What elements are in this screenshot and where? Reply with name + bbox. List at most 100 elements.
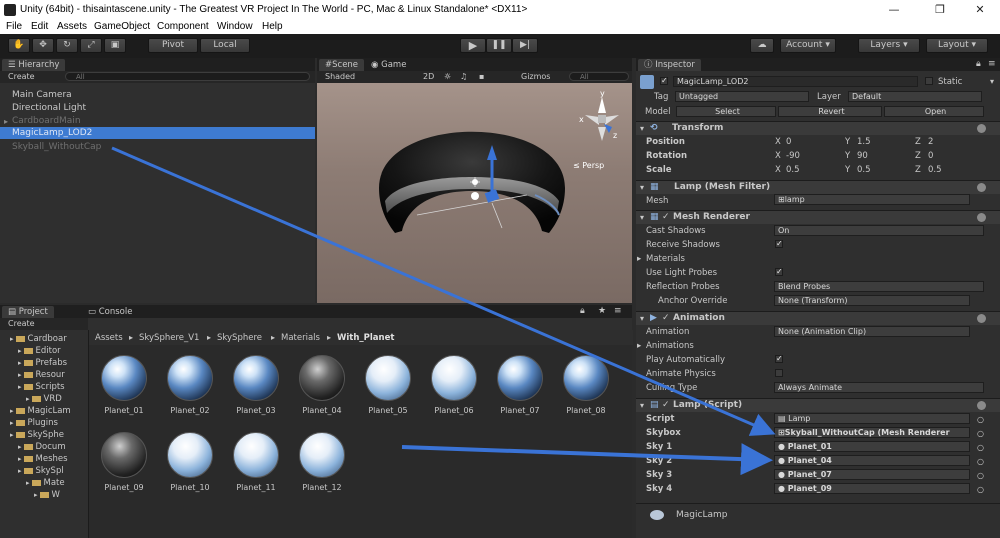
mesh-filter-header[interactable]: ▾ ▦ Lamp (Mesh Filter) [636, 180, 1000, 194]
object-picker-icon[interactable]: ○ [977, 485, 984, 494]
materials-foldout-icon[interactable]: ▸ [637, 254, 641, 264]
mesh-renderer-enabled-icon[interactable]: ✓ [662, 211, 670, 224]
use-light-probes-checkbox[interactable]: ✓ [775, 268, 783, 276]
object-picker-icon[interactable]: ○ [977, 443, 984, 452]
expand-arrow-icon[interactable]: ▸ [4, 117, 8, 126]
layer-dropdown[interactable]: Default [848, 91, 982, 102]
project-folder-item[interactable]: ▸ VRD [26, 394, 62, 404]
layout-dropdown[interactable]: Layout ▾ [926, 38, 988, 53]
project-folder-item[interactable]: ▸ Scripts [18, 382, 65, 392]
material-thumbnail[interactable] [431, 355, 477, 401]
layers-dropdown[interactable]: Layers ▾ [858, 38, 920, 53]
expand-arrow-icon[interactable]: ▸ [18, 443, 22, 451]
expand-arrow-icon[interactable]: ▸ [10, 431, 14, 439]
gear-icon[interactable] [977, 314, 986, 323]
tab-console[interactable]: ▭ Console [82, 306, 138, 318]
lamp-script-enabled-icon[interactable]: ✓ [662, 399, 670, 412]
pause-button-icon[interactable]: ❚❚ [486, 38, 512, 53]
tab-project[interactable]: ▤ Project [2, 306, 54, 318]
material-thumbnail[interactable] [167, 432, 213, 478]
light-toggle-icon[interactable]: ☼ [444, 71, 451, 83]
position-y-field[interactable]: 1.5 [857, 137, 871, 147]
menu-component[interactable]: Component [157, 21, 209, 32]
menu-help[interactable]: Help [262, 21, 283, 32]
sky3-field[interactable]: ● Planet_07 [774, 469, 970, 480]
tab-hierarchy[interactable]: ☰ Hierarchy [2, 59, 66, 71]
active-checkbox[interactable]: ✓ [660, 77, 668, 85]
tab-inspector[interactable]: ⓘ Inspector [638, 59, 701, 71]
material-thumbnail[interactable] [299, 432, 345, 478]
material-thumbnail[interactable] [563, 355, 609, 401]
hierarchy-search-input[interactable]: All [65, 72, 310, 81]
animation-header[interactable]: ▾ ▶ ✓ Animation [636, 311, 1000, 325]
expand-arrow-icon[interactable]: ▸ [18, 359, 22, 367]
scale-y-field[interactable]: 0.5 [857, 165, 871, 175]
project-create-button[interactable]: Create [8, 319, 35, 328]
orientation-gizmo[interactable]: y x z [579, 89, 625, 147]
animation-clip-field[interactable]: None (Animation Clip) [774, 326, 970, 337]
material-thumbnail[interactable] [233, 355, 279, 401]
expand-arrow-icon[interactable]: ▸ [10, 407, 14, 415]
restore-button[interactable]: ❐ [920, 0, 960, 20]
expand-arrow-icon[interactable]: ▸ [26, 395, 30, 403]
position-x-field[interactable]: 0 [786, 137, 791, 147]
scale-tool-icon[interactable]: ⤢ [80, 38, 102, 53]
menu-gameobject[interactable]: GameObject [94, 21, 150, 32]
rotate-tool-icon[interactable]: ↻ [56, 38, 78, 53]
next-component[interactable]: MagicLamp [636, 503, 1000, 538]
scene-search-input[interactable]: All [569, 72, 629, 81]
breadcrumb-with-planet[interactable]: With_Planet [337, 333, 394, 343]
menu-window[interactable]: Window [217, 21, 253, 32]
play-automatically-checkbox[interactable]: ✓ [775, 355, 783, 363]
menu-assets[interactable]: Assets [57, 21, 87, 32]
material-thumbnail[interactable] [299, 355, 345, 401]
inspector-lock-icon[interactable]: 🔒︎ [976, 59, 981, 69]
rect-tool-icon[interactable]: ▣ [104, 38, 126, 53]
expand-arrow-icon[interactable]: ▸ [34, 491, 38, 499]
material-thumbnail[interactable] [233, 432, 279, 478]
local-toggle[interactable]: Local [200, 38, 250, 53]
object-picker-icon[interactable]: ○ [977, 429, 984, 438]
culling-type-dropdown[interactable]: Always Animate [774, 382, 984, 393]
tab-game[interactable]: ◉ Game [365, 59, 412, 71]
close-button[interactable]: ✕ [960, 0, 1000, 20]
mesh-field[interactable]: ⊞lamp [774, 194, 970, 205]
star-icon[interactable]: ★ [598, 306, 606, 316]
position-z-field[interactable]: 2 [928, 137, 933, 147]
material-thumbnail[interactable] [365, 355, 411, 401]
cloud-icon[interactable]: ☁ [750, 38, 774, 53]
scene-viewport[interactable]: y x z ≤ Persp [317, 83, 632, 303]
inspector-menu-icon[interactable]: ≡ [988, 59, 996, 69]
gear-icon[interactable] [977, 124, 986, 133]
expand-arrow-icon[interactable]: ▸ [10, 335, 14, 343]
script-field[interactable]: ▤ Lamp [774, 413, 970, 424]
gear-icon[interactable] [977, 213, 986, 222]
static-dropdown-icon[interactable]: ▾ [990, 77, 994, 86]
skybox-field[interactable]: ⊞Skyball_WithoutCap (Mesh Renderer [774, 427, 970, 438]
expand-arrow-icon[interactable]: ▸ [18, 467, 22, 475]
lock-icon[interactable]: 🔒︎ [580, 306, 585, 316]
gear-icon[interactable] [977, 183, 986, 192]
anchor-override-field[interactable]: None (Transform) [774, 295, 970, 306]
cast-shadows-dropdown[interactable]: On [774, 225, 984, 236]
project-folder-item[interactable]: ▸ W [34, 490, 60, 500]
menu-edit[interactable]: Edit [31, 21, 48, 32]
rotation-y-field[interactable]: 90 [857, 151, 868, 161]
model-select-button[interactable]: Select [676, 106, 776, 117]
persp-label[interactable]: ≤ Persp [573, 161, 604, 170]
material-thumbnail[interactable] [167, 355, 213, 401]
object-picker-icon[interactable]: ○ [977, 457, 984, 466]
reflection-probes-dropdown[interactable]: Blend Probes [774, 281, 984, 292]
hierarchy-create-button[interactable]: Create [8, 71, 35, 83]
sky4-field[interactable]: ● Planet_09 [774, 483, 970, 494]
gear-icon[interactable] [977, 401, 986, 410]
material-thumbnail[interactable] [497, 355, 543, 401]
project-folder-item[interactable]: ▸ Editor [18, 346, 61, 356]
project-folder-item[interactable]: ▸ Docum [18, 442, 66, 452]
hierarchy-item-cardboardmain[interactable]: CardboardMain [12, 116, 81, 126]
breadcrumb-assets[interactable]: Assets [95, 333, 123, 343]
play-button-icon[interactable]: ▶ [460, 38, 486, 53]
expand-arrow-icon[interactable]: ▸ [26, 479, 30, 487]
breadcrumb-materials[interactable]: Materials [281, 333, 320, 343]
effects-toggle-icon[interactable]: ▪ [479, 71, 484, 83]
